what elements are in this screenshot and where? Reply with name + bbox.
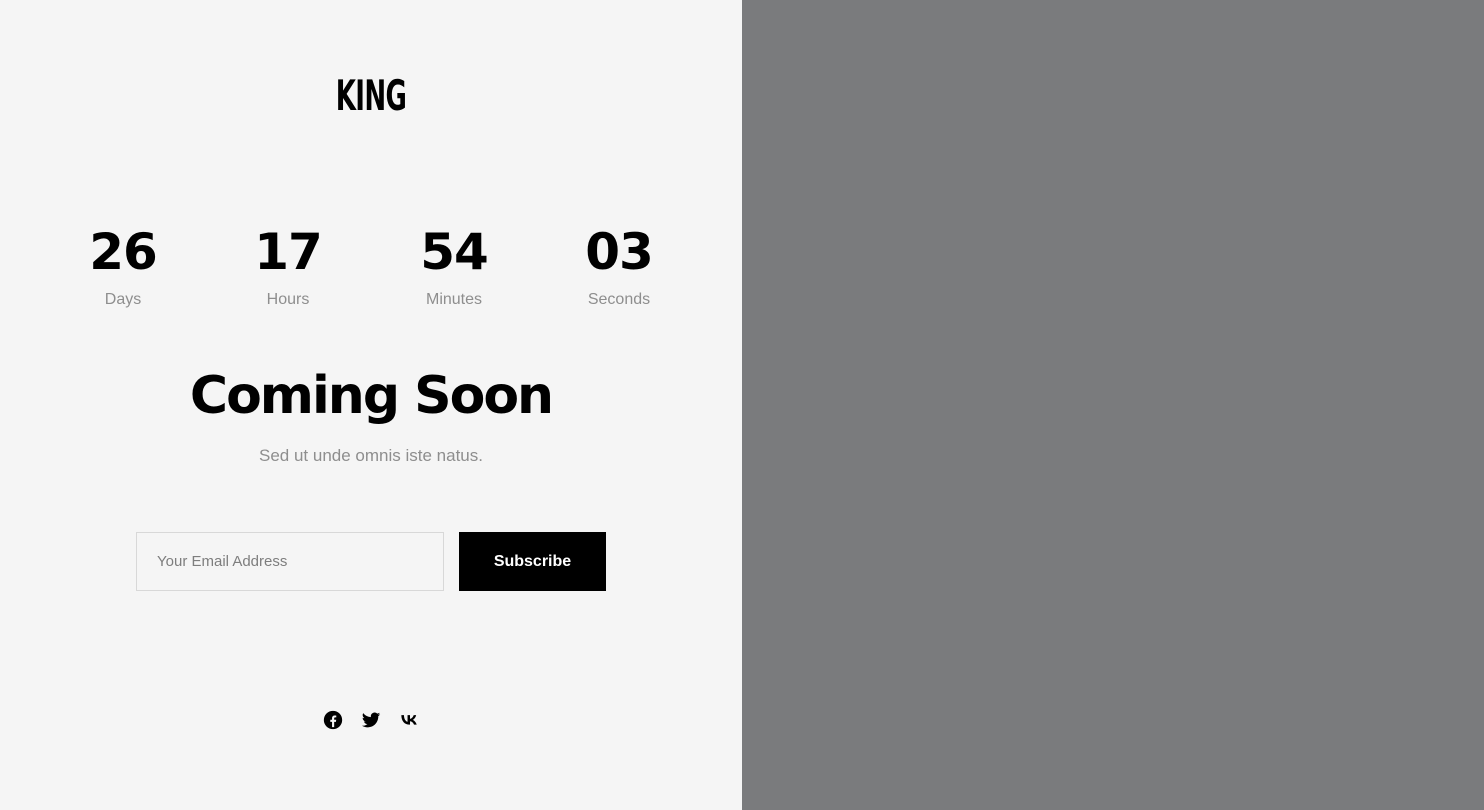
- email-field[interactable]: [136, 532, 444, 591]
- subscribe-button[interactable]: Subscribe: [459, 532, 606, 591]
- hero-image-panel: [742, 0, 1484, 810]
- countdown-minutes: 54 Minutes: [374, 222, 534, 310]
- vk-icon: [399, 710, 419, 730]
- countdown-timer: 26 Days 17 Hours 54 Minutes 03 Seconds: [0, 222, 742, 322]
- countdown-days-label: Days: [104, 291, 142, 308]
- countdown-hours-value: 17: [254, 223, 323, 281]
- page-subtitle: Sed ut unde omnis iste natus.: [259, 446, 483, 465]
- twitter-icon: [361, 710, 381, 730]
- countdown-seconds-label: Seconds: [587, 291, 651, 308]
- countdown-days-value: 26: [89, 223, 158, 281]
- countdown-hours-label: Hours: [266, 291, 310, 308]
- page-title: Coming Soon: [189, 366, 554, 426]
- countdown-seconds-value: 03: [585, 223, 654, 281]
- countdown-seconds: 03 Seconds: [539, 222, 699, 310]
- countdown-hours: 17 Hours: [208, 222, 368, 310]
- countdown-days: 26 Days: [43, 222, 203, 310]
- vk-link[interactable]: [399, 710, 419, 730]
- facebook-link[interactable]: [323, 710, 343, 730]
- facebook-icon: [323, 710, 343, 730]
- content-panel: KING 26 Days 17 Hours 54 Minutes 03 Seco…: [0, 0, 742, 810]
- subscribe-form: Subscribe: [136, 532, 606, 591]
- countdown-minutes-value: 54: [420, 223, 489, 281]
- twitter-link[interactable]: [361, 710, 381, 730]
- countdown-minutes-label: Minutes: [425, 291, 483, 308]
- site-logo[interactable]: KING: [141, 72, 601, 120]
- social-links: [0, 710, 742, 732]
